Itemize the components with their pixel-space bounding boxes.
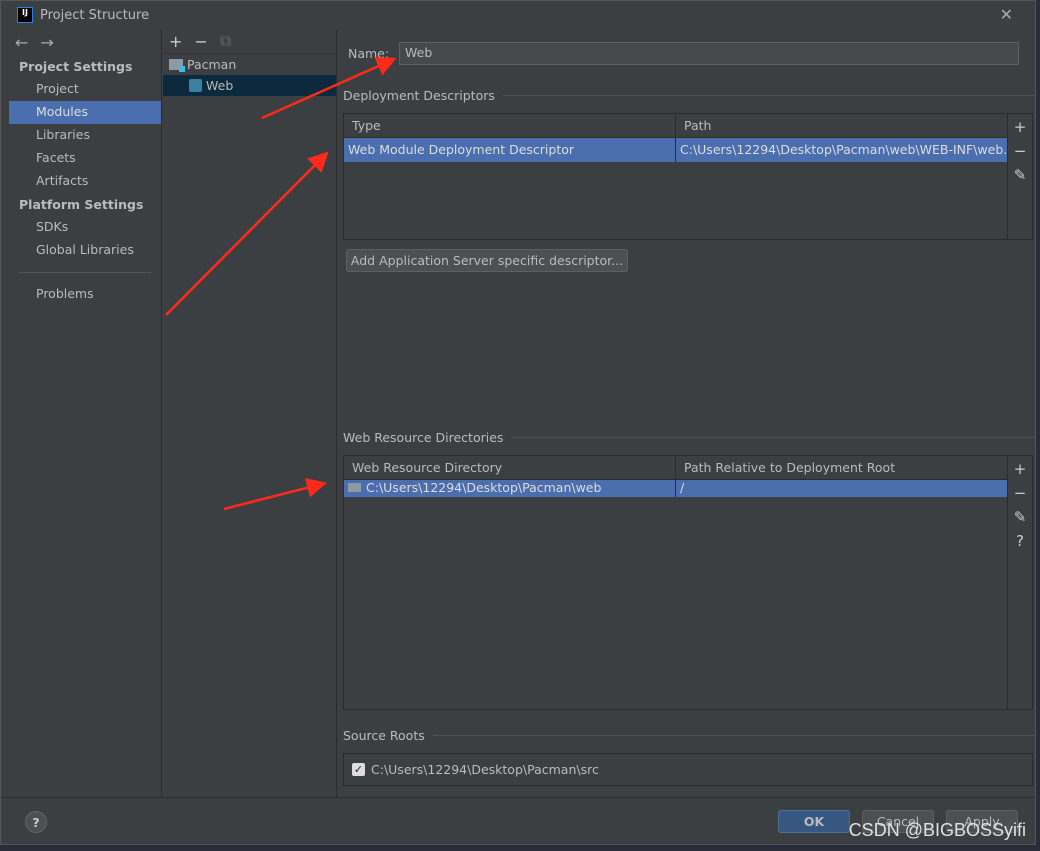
source-roots-section-title: Source Roots [343,728,1036,743]
close-icon[interactable]: ✕ [1000,5,1013,24]
sidebar-item-project[interactable]: Project [9,78,161,101]
node-label: Pacman [187,57,237,72]
source-root-path: C:\Users\12294\Desktop\Pacman\src [371,762,599,777]
sidebar-item-libraries[interactable]: Libraries [9,124,161,147]
forward-arrow-icon[interactable]: → [40,33,53,52]
source-root-checkbox[interactable]: ✓ [352,763,365,776]
sidebar-item-modules[interactable]: Modules [9,101,161,124]
cell-path: C:\Users\12294\Desktop\Pacman\web\WEB-IN… [680,142,1007,157]
name-input[interactable]: Web [399,42,1019,65]
deployment-toolbar: + − ✎ [1008,113,1033,240]
column-header-relative-path[interactable]: Path Relative to Deployment Root [676,456,1007,479]
title-bar: IJ Project Structure ✕ [1,1,1035,29]
main-panel: Name: Web Deployment Descriptors Type Pat… [338,29,1036,797]
section-label: Deployment Descriptors [343,88,495,103]
column-header-path[interactable]: Path [676,114,1007,137]
intellij-logo-icon: IJ [17,7,33,23]
sidebar: ← → Project Settings Project Modules Libr… [9,29,162,797]
resources-toolbar: + − ✎? [1008,455,1033,710]
table-row[interactable]: Web Module Deployment Descriptor C:\Users… [344,138,1007,162]
tree-node-web[interactable]: Web [163,75,336,96]
column-header-directory[interactable]: Web Resource Directory [344,456,676,479]
back-arrow-icon[interactable]: ← [15,33,28,52]
add-icon[interactable]: + [1014,460,1027,478]
cell-directory: C:\Users\12294\Desktop\Pacman\web [344,480,676,497]
sidebar-item-sdks[interactable]: SDKs [9,216,161,239]
edit-pencil-icon[interactable]: ✎ [1014,166,1027,184]
group-project-settings: Project Settings [19,59,133,74]
web-resources-table: Web Resource Directory Path Relative to D… [343,455,1008,710]
remove-icon[interactable]: − [1014,142,1027,160]
project-structure-dialog: IJ Project Structure ✕ ← → Project Settin… [0,0,1036,845]
node-label: Web [206,78,234,93]
sidebar-item-global-libraries[interactable]: Global Libraries [9,239,161,262]
web-facet-icon [189,79,202,92]
table-row[interactable]: C:\Users\12294\Desktop\Pacman\web / [344,480,1007,497]
window-title: Project Structure [40,7,150,23]
sidebar-item-facets[interactable]: Facets [9,147,161,170]
add-icon[interactable]: + [1014,118,1027,136]
section-label: Web Resource Directories [343,430,504,445]
folder-icon [348,483,361,492]
source-roots-list: ✓ C:\Users\12294\Desktop\Pacman\src [343,753,1033,786]
deployment-table: Type Path Web Module Deployment Descripto… [343,113,1008,240]
column-header-type[interactable]: Type [344,114,676,137]
help-icon[interactable]: ? [1016,532,1024,550]
cell-relative-path: / [680,480,685,495]
divider [19,272,151,273]
resources-section-title: Web Resource Directories [343,430,1036,445]
remove-icon[interactable]: − [194,32,207,51]
sidebar-item-problems[interactable]: Problems [9,283,161,306]
module-tree: + − ⧉ Pacman Web [163,29,337,797]
directory-path: C:\Users\12294\Desktop\Pacman\web [366,480,602,495]
module-folder-icon [169,59,185,72]
edit-pencil-icon[interactable]: ✎ [1014,508,1027,526]
watermark: CSDN @BIGBOSSyifi [848,820,1026,840]
add-server-descriptor-button[interactable]: Add Application Server specific descript… [346,249,628,272]
deployment-section-title: Deployment Descriptors [343,88,1036,103]
help-button[interactable]: ? [25,811,47,833]
section-label: Source Roots [343,728,425,743]
sidebar-item-artifacts[interactable]: Artifacts [9,170,161,193]
group-platform-settings: Platform Settings [19,197,144,212]
tree-node-pacman[interactable]: Pacman [163,54,336,75]
name-label: Name: [348,46,390,61]
copy-icon[interactable]: ⧉ [220,31,231,51]
cell-type: Web Module Deployment Descriptor [344,138,676,162]
add-icon[interactable]: + [169,32,182,51]
ok-button[interactable]: OK [778,810,850,833]
remove-icon[interactable]: − [1014,484,1027,502]
